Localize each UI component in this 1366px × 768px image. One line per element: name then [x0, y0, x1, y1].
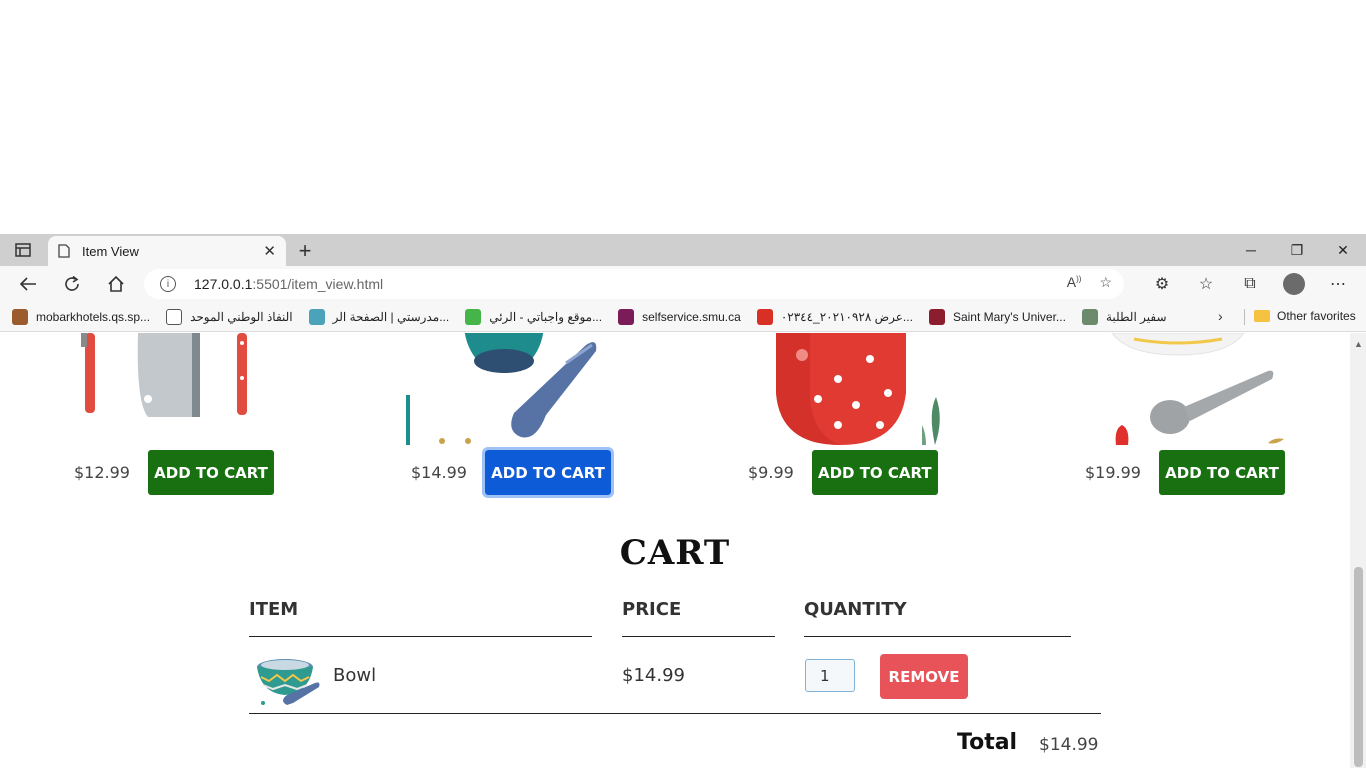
bookmark-item[interactable]: Saint Mary's Univer...	[928, 308, 1066, 325]
cart-item-price: $14.99	[622, 665, 685, 686]
read-aloud-icon[interactable]: A))	[1067, 274, 1082, 291]
extensions-icon[interactable]: ⚙	[1140, 274, 1184, 294]
bookmark-item[interactable]: mobarkhotels.qs.sp...	[12, 308, 150, 325]
remove-button[interactable]: REMOVE	[880, 654, 968, 699]
close-window-icon[interactable]: ✕	[1320, 234, 1366, 266]
product-image-knife-set	[70, 333, 290, 445]
strawberry-image	[776, 333, 940, 445]
page-icon	[58, 244, 70, 258]
feather-favicon-icon	[618, 308, 635, 325]
url-text: 127.0.0.1:5501/item_view.html	[194, 276, 384, 292]
profile-avatar[interactable]	[1272, 273, 1316, 295]
bookmark-item[interactable]: مدرستي | الصفحة الر...	[308, 308, 449, 325]
add-to-cart-button[interactable]: ADD TO CART	[147, 450, 274, 495]
refresh-button[interactable]	[56, 270, 88, 298]
total-value: $14.99	[1039, 735, 1099, 755]
scrollbar-thumb[interactable]	[1354, 567, 1363, 767]
header-divider	[249, 636, 592, 637]
product-image-bowl-spoon	[406, 333, 626, 445]
caduceus-favicon-icon	[1081, 308, 1098, 325]
bookmark-item[interactable]: selfservice.smu.ca	[618, 308, 741, 325]
site-info-icon[interactable]: i	[160, 276, 176, 292]
bookmarks-divider	[1244, 309, 1245, 325]
product-card: $9.99 ADD TO CART	[748, 450, 938, 495]
window-controls: ─ ❐ ✕	[1228, 234, 1366, 266]
gmail-favicon-icon	[756, 308, 773, 325]
cart-item-name: Bowl	[333, 665, 377, 686]
product-card: $12.99 ADD TO CART	[74, 450, 274, 495]
product-price: $14.99	[411, 463, 467, 482]
favorite-star-icon[interactable]: ☆	[1099, 274, 1112, 291]
restore-icon[interactable]: ❐	[1274, 234, 1320, 266]
tab-actions-button[interactable]	[0, 234, 46, 266]
home-icon	[108, 275, 124, 292]
add-to-cart-button[interactable]: ADD TO CART	[481, 447, 614, 498]
product-image-strawberry	[740, 333, 960, 445]
bookmarks-bar: mobarkhotels.qs.sp... النفاذ الوطني المو…	[0, 302, 1366, 332]
tab-title: Item View	[82, 243, 139, 259]
collections-icon[interactable]: ⧉	[1228, 275, 1272, 293]
back-arrow-icon	[19, 277, 36, 291]
product-card: $14.99 ADD TO CART	[411, 447, 614, 498]
page-viewport: $12.99 ADD TO CART $14.99 ADD TO CART $9…	[0, 333, 1350, 768]
folder-icon	[1254, 310, 1270, 322]
bookmark-item[interactable]: النفاذ الوطني الموحد	[166, 308, 293, 325]
tab-bar: Item View ✕ + ─ ❐ ✕	[0, 234, 1366, 266]
header-divider	[804, 636, 1071, 637]
bowl-spoon-image	[406, 333, 597, 445]
product-card: $19.99 ADD TO CART	[1085, 450, 1285, 495]
address-bar[interactable]: i 127.0.0.1:5501/item_view.html A)) ☆	[144, 269, 1124, 299]
product-image-plate-spoon	[1078, 333, 1298, 445]
new-tab-button[interactable]: +	[292, 238, 318, 264]
cart-header-item: ITEM	[249, 599, 299, 620]
cart-item-image	[249, 649, 323, 707]
page-favicon-icon	[166, 308, 183, 325]
cart-header-quantity: QUANTITY	[804, 599, 907, 620]
scroll-up-arrow-icon[interactable]: ▲	[1354, 339, 1363, 349]
more-menu-icon[interactable]: ⋯	[1316, 274, 1360, 294]
product-price: $9.99	[748, 463, 794, 482]
add-to-cart-button[interactable]: ADD TO CART	[1158, 450, 1285, 495]
shield-favicon-icon	[928, 308, 945, 325]
bookmark-favicon-icon	[308, 308, 325, 325]
tab-item-view[interactable]: Item View ✕	[48, 236, 286, 266]
product-price: $12.99	[74, 463, 130, 482]
favorites-icon[interactable]: ☆	[1184, 274, 1228, 294]
cart-header-price: PRICE	[622, 599, 682, 620]
bookmark-item[interactable]: سفير الطلبة	[1081, 308, 1167, 325]
bookmark-item[interactable]: عرض ٢٠٢١٠٩٢٨_٠٢٣٤٤...	[756, 308, 913, 325]
minimize-icon[interactable]: ─	[1228, 234, 1274, 266]
tab-actions-icon	[15, 243, 31, 257]
address-toolbar: i 127.0.0.1:5501/item_view.html A)) ☆ ⚙ …	[0, 266, 1366, 302]
quantity-input[interactable]	[805, 659, 855, 692]
bookmark-item[interactable]: موقع واجباتي - الرئي...	[465, 308, 602, 325]
desktop-blank-area	[0, 0, 1366, 234]
product-price: $19.99	[1085, 463, 1141, 482]
back-button[interactable]	[12, 270, 44, 298]
address-bar-actions: A)) ☆	[1067, 274, 1112, 291]
header-divider	[622, 636, 775, 637]
cart-title: CART	[619, 533, 731, 573]
knife-set-image	[81, 333, 247, 417]
home-button[interactable]	[100, 270, 132, 298]
browser-toolbar: ⚙ ☆ ⧉ ⋯	[1140, 270, 1360, 298]
add-to-cart-button[interactable]: ADD TO CART	[811, 450, 938, 495]
page-scrollbar[interactable]: ▲	[1350, 333, 1366, 768]
refresh-icon	[65, 275, 79, 291]
close-tab-icon[interactable]: ✕	[263, 242, 276, 260]
briefcase-favicon-icon	[465, 308, 482, 325]
chevron-right-icon[interactable]: ›	[1218, 308, 1223, 324]
bookmark-favicon-icon	[12, 308, 28, 325]
bowl-spoon-thumbnail	[257, 659, 320, 705]
cart-row-divider	[249, 713, 1101, 714]
plate-spoon-image	[1111, 333, 1284, 445]
other-favorites[interactable]: Other favorites	[1254, 309, 1356, 323]
total-label: Total	[957, 730, 1018, 755]
